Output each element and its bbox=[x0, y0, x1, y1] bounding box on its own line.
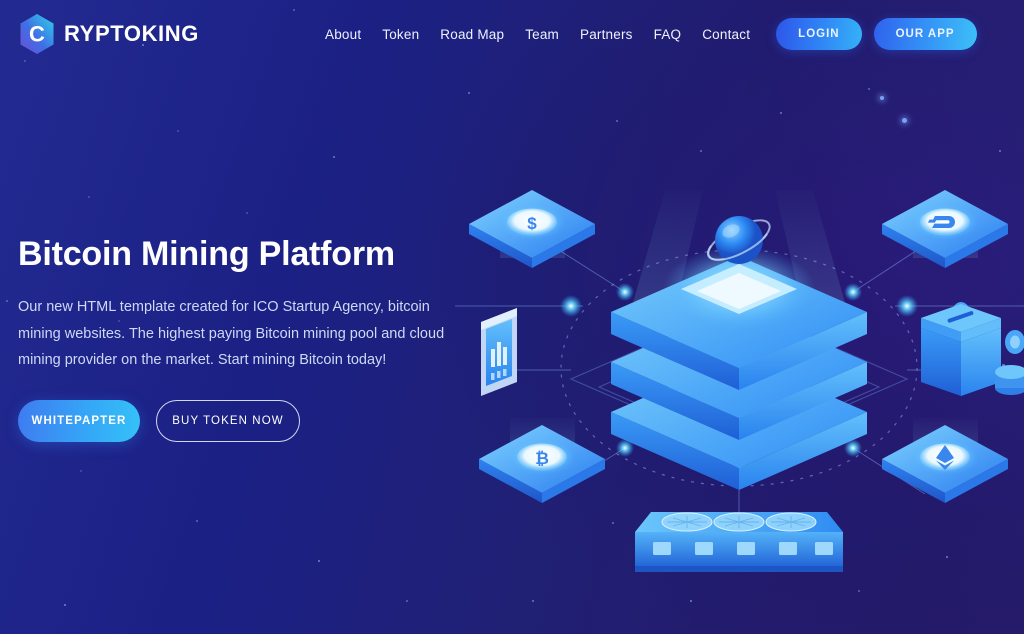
bitcoin-icon: ₿ bbox=[535, 449, 549, 468]
mining-rig-icon[interactable] bbox=[635, 512, 843, 572]
coin-bank-icon[interactable] bbox=[921, 302, 1001, 396]
main-navigation: About Token Road Map Team Partners FAQ C… bbox=[325, 27, 750, 42]
nav-item-road-map[interactable]: Road Map bbox=[440, 27, 504, 42]
coin-plate-ethereum[interactable] bbox=[882, 418, 1008, 503]
our-app-button[interactable]: OUR APP bbox=[874, 18, 977, 50]
smartphone-chart-icon[interactable] bbox=[481, 308, 517, 396]
hexagon-logo-icon: C bbox=[18, 13, 56, 55]
nav-item-about[interactable]: About bbox=[325, 27, 361, 42]
svg-text:C: C bbox=[29, 22, 45, 47]
whitepaper-button[interactable]: WHITEPAPTER bbox=[18, 400, 140, 442]
brand-name: RYPTOKING bbox=[64, 21, 199, 47]
login-button[interactable]: LOGIN bbox=[776, 18, 861, 50]
hero-copy: Bitcoin Mining Platform Our new HTML tem… bbox=[18, 236, 458, 442]
coin-plate-bitcoin[interactable]: ₿ bbox=[479, 418, 605, 503]
nav-item-contact[interactable]: Contact bbox=[702, 27, 750, 42]
brand-logo[interactable]: C RYPTOKING bbox=[18, 13, 199, 55]
rig-fans bbox=[662, 513, 816, 531]
nav-item-team[interactable]: Team bbox=[525, 27, 559, 42]
hero-section: C RYPTOKING About Token Road Map Team Pa… bbox=[0, 0, 1024, 634]
buy-token-now-button[interactable]: BUY TOKEN NOW bbox=[156, 400, 300, 442]
coin-plate-dash[interactable] bbox=[882, 190, 1008, 268]
crypto-network-illustration: $ ₿ bbox=[455, 70, 1024, 590]
hero-cta-group: WHITEPAPTER BUY TOKEN NOW bbox=[18, 400, 458, 442]
dollar-icon: $ bbox=[527, 214, 537, 233]
coin-plate-dollar[interactable]: $ bbox=[469, 190, 595, 268]
header-actions: LOGIN OUR APP bbox=[776, 18, 976, 50]
nav-item-partners[interactable]: Partners bbox=[580, 27, 633, 42]
site-header: C RYPTOKING About Token Road Map Team Pa… bbox=[0, 0, 1024, 68]
hero-title: Bitcoin Mining Platform bbox=[18, 236, 458, 273]
nav-item-faq[interactable]: FAQ bbox=[654, 27, 682, 42]
hero-paragraph: Our new HTML template created for ICO St… bbox=[18, 294, 446, 373]
nav-item-token[interactable]: Token bbox=[382, 27, 419, 42]
hero-illustration: $ ₿ bbox=[455, 70, 1024, 590]
